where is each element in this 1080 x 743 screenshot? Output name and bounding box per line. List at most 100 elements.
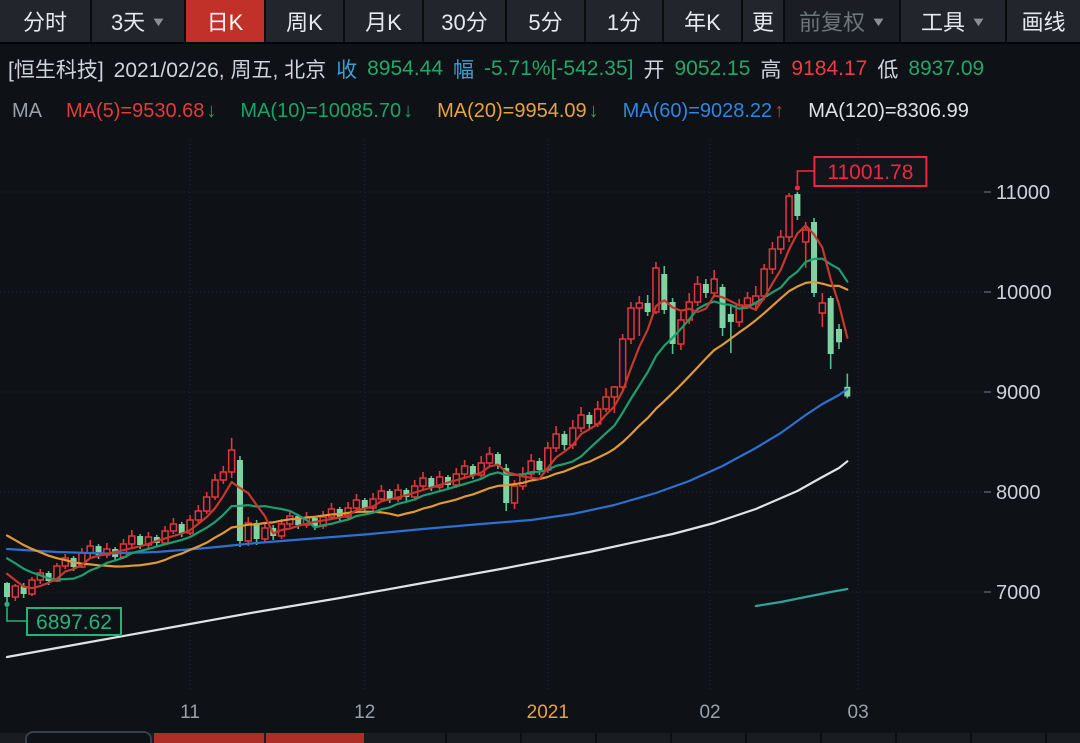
candle bbox=[477, 456, 485, 478]
y-axis-label: 7000 bbox=[996, 582, 1041, 604]
candle bbox=[236, 456, 243, 547]
tab-1min[interactable]: 1分 bbox=[586, 0, 662, 42]
arrow-down-icon: ↓ bbox=[206, 99, 217, 122]
tab-yearly-k-label: 年K bbox=[684, 10, 721, 35]
max-price-marker bbox=[794, 185, 801, 191]
bottom-strip-divider bbox=[595, 733, 597, 743]
tab-30min[interactable]: 30分 bbox=[424, 0, 505, 42]
candle bbox=[485, 447, 494, 466]
ma-legend-text: MA(20)=9954.09 bbox=[437, 99, 587, 122]
chevron-down-icon: ▼ bbox=[870, 13, 887, 29]
bottom-tab-strip bbox=[0, 730, 1080, 743]
ma-legend-text: MA(5)=9530.68 bbox=[66, 99, 205, 122]
candle bbox=[702, 279, 709, 298]
kline-chart[interactable]: 11000 10000 9000 8000 7000 11001.78 6897.62 bbox=[0, 130, 1080, 695]
ma-legend-item-5: MA(120)=8306.99 bbox=[808, 100, 969, 123]
tab-daily-k[interactable]: 日K bbox=[186, 0, 264, 42]
bottom-red-segment-0[interactable] bbox=[154, 733, 264, 743]
arrow-down-icon: ↓ bbox=[403, 99, 414, 122]
arrow-up-icon: ↑ bbox=[774, 99, 785, 122]
quote-field-1: 2021/02/26, 周五, 北京 bbox=[113, 59, 327, 82]
candle bbox=[768, 242, 777, 274]
candle bbox=[519, 467, 527, 490]
tab-weekly-k[interactable]: 周K bbox=[266, 0, 343, 42]
adjust-mode-select-label: 前复权 bbox=[799, 10, 866, 35]
min-price-marker bbox=[4, 601, 10, 607]
candle bbox=[28, 577, 36, 596]
tab-more[interactable]: 更 bbox=[743, 0, 783, 42]
quote-field-10: 低 bbox=[877, 59, 899, 82]
tab-1min-label: 1分 bbox=[606, 10, 642, 35]
quote-field-9: 9184.17 bbox=[791, 57, 868, 80]
quote-field-4: 幅 bbox=[453, 59, 475, 82]
candle bbox=[727, 305, 734, 353]
x-axis-label-11: 11 bbox=[180, 702, 200, 723]
ma-legend-item-0: MA bbox=[12, 100, 42, 123]
chevron-down-icon: ▼ bbox=[150, 13, 167, 29]
tab-monthly-k-label: 月K bbox=[365, 10, 402, 35]
candle bbox=[719, 284, 726, 336]
quote-field-7: 9052.15 bbox=[674, 57, 751, 80]
bottom-red-segment-1[interactable] bbox=[266, 733, 364, 743]
x-axis-label-2021: 2021 bbox=[526, 702, 569, 723]
candle bbox=[844, 373, 851, 399]
ma-legend: MA MA(5)=9530.68 ↓ MA(10)=10085.70 ↓ MA(20)=9… bbox=[0, 92, 1080, 130]
candle bbox=[86, 540, 94, 557]
quote-field-2: 收 bbox=[336, 59, 358, 82]
ma-legend-text: MA(10)=10085.70 bbox=[240, 99, 402, 122]
tab-yearly-k[interactable]: 年K bbox=[664, 0, 741, 42]
tab-monthly-k[interactable]: 月K bbox=[345, 0, 422, 42]
candle bbox=[202, 492, 211, 514]
candle bbox=[818, 293, 827, 327]
ma-legend-text: MA(60)=9028.22 bbox=[622, 99, 773, 122]
candle bbox=[627, 302, 635, 344]
candle bbox=[419, 472, 427, 489]
y-axis-label: 11000 bbox=[996, 182, 1050, 204]
tab-intraday[interactable]: 分时 bbox=[0, 0, 90, 42]
candle bbox=[777, 230, 785, 254]
quote-info-bar: [恒生科技] 2021/02/26, 周五, 北京收 8954.44 幅 -5.71%[… bbox=[0, 46, 1080, 92]
x-axis-label-03: 03 bbox=[847, 702, 869, 723]
max-price-label: 11001.78 bbox=[827, 161, 913, 184]
candle bbox=[369, 493, 377, 511]
ma-legend-item-2: MA(10)=10085.70 ↓ bbox=[240, 100, 413, 123]
ma-legend-text: MA(120)=8306.99 bbox=[808, 99, 969, 122]
y-axis-label: 8000 bbox=[996, 482, 1041, 504]
candle bbox=[394, 484, 402, 502]
candle bbox=[827, 296, 834, 369]
max-connector bbox=[796, 170, 815, 185]
bottom-strip-divider bbox=[820, 733, 822, 743]
quote-field-5: -5.71%[-542.35] bbox=[484, 57, 634, 80]
kline-chart-svg[interactable]: 11000 10000 9000 8000 7000 11001.78 6897.62 bbox=[0, 130, 1080, 695]
candle bbox=[211, 474, 219, 500]
adjust-mode-select[interactable]: 前复权 ▼ bbox=[785, 0, 899, 42]
draw-line-button[interactable]: 画线 bbox=[1007, 0, 1080, 42]
tab-5min[interactable]: 5分 bbox=[507, 0, 584, 42]
candle bbox=[836, 324, 842, 349]
bottom-tab[interactable] bbox=[25, 731, 152, 743]
candle bbox=[552, 426, 560, 452]
tab-3day[interactable]: 3天 ▼ bbox=[92, 0, 184, 42]
tab-30min-label: 30分 bbox=[441, 10, 488, 35]
period-toolbar: 分时 3天 ▼ 日K 周K 月K 30分 5分 1分 年K 更前复权 ▼ 工具 ▼ 画线 bbox=[0, 0, 1080, 44]
tools-menu[interactable]: 工具 ▼ bbox=[901, 0, 1005, 42]
candle bbox=[344, 502, 352, 520]
candle bbox=[4, 582, 10, 603]
candle bbox=[661, 266, 668, 314]
tools-menu-label: 工具 bbox=[921, 10, 966, 35]
tab-5min-label: 5分 bbox=[528, 10, 563, 35]
bottom-strip-divider bbox=[895, 733, 897, 743]
y-axis-label: 9000 bbox=[996, 382, 1041, 404]
candle bbox=[227, 438, 236, 478]
candle bbox=[811, 218, 818, 297]
candle bbox=[561, 431, 568, 450]
candle bbox=[169, 518, 178, 534]
ma-legend-item-3: MA(20)=9954.09 ↓ bbox=[437, 100, 599, 123]
tab-weekly-k-label: 周K bbox=[286, 10, 323, 35]
ma-line bbox=[5, 388, 849, 555]
candle bbox=[352, 494, 361, 511]
bottom-strip-divider bbox=[670, 733, 672, 743]
tab-daily-k-label: 日K bbox=[206, 10, 244, 35]
candle bbox=[327, 503, 336, 520]
bottom-strip-divider bbox=[445, 733, 447, 743]
